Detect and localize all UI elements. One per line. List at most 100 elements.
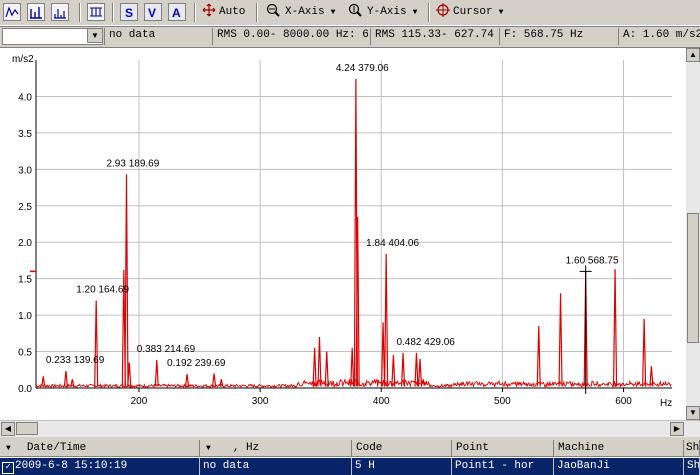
y-tick-label: 1.5: [18, 275, 32, 286]
spectrum-peak: [41, 376, 46, 387]
horizontal-scroll-thumb[interactable]: [16, 422, 38, 435]
auto-label: Auto: [219, 6, 246, 18]
x-tick-label: 600: [615, 396, 632, 407]
y-axis-menu[interactable]: Y-Axis ▼: [348, 2, 417, 22]
scroll-left-icon[interactable]: ◀: [1, 422, 15, 436]
table-cell-code[interactable]: 5 H: [352, 458, 452, 475]
peak-annotation: 0.482 429.06: [396, 337, 455, 348]
rms-band-text: RMS 115.33- 627.74 Hz: 9.: [375, 29, 498, 41]
spectrum-peak: [414, 352, 419, 387]
y-axis-label: m/s2: [12, 54, 34, 65]
toolbar-separator: [428, 3, 430, 22]
spectrum-icon[interactable]: [51, 3, 69, 21]
column-header-machine-label: Machine: [558, 442, 605, 454]
cursor-menu[interactable]: Cursor ▼: [436, 2, 503, 22]
sort-down-icon: ▼: [6, 444, 11, 453]
column-header-code-label: Code: [356, 442, 383, 454]
peak-annotation: 0.233 139.69: [46, 355, 105, 366]
spectrum-peak: [154, 360, 159, 387]
toolbar-separator: [194, 3, 196, 22]
y-tick-label: 0.0: [18, 384, 32, 395]
spectrum-peak: [324, 351, 329, 387]
peak-annotation: 1.60 568.75: [566, 255, 619, 266]
y-tick-label: 0.5: [18, 348, 32, 359]
v-mode-icon[interactable]: V: [144, 3, 162, 21]
table-cell-machine[interactable]: JaoBanJi: [554, 458, 684, 475]
spectrum-peak: [211, 373, 217, 387]
code-value: 5 H: [355, 460, 375, 472]
freq-text: F: 568.75 Hz: [504, 29, 584, 41]
column-header-hz[interactable]: ▼ , Hz: [200, 440, 352, 457]
spectrum-peak: [642, 318, 647, 387]
zoom-icon: [348, 3, 364, 21]
x-tick-label: 200: [131, 396, 148, 407]
nodata-text: no data: [109, 29, 156, 41]
table-cell-point[interactable]: Point1 - hor: [452, 458, 554, 475]
spectrum-peak: [184, 373, 190, 387]
spectrum-peak: [649, 366, 654, 387]
spectrum-peak: [558, 293, 563, 387]
vertical-scrollbar[interactable]: ▲ ▼: [686, 48, 700, 420]
spectrum-chart-svg[interactable]: 200 300 400 500 600 0.0 0.5 1.0 1.5 2.0 2.5 3.0 3.5 4…: [0, 48, 686, 420]
column-header-code[interactable]: Code: [352, 440, 452, 457]
spectrum-peak: [536, 326, 541, 387]
horizontal-scrollbar[interactable]: ◀ ▶: [0, 420, 700, 437]
chevron-down-icon[interactable]: ▼: [87, 28, 103, 43]
point-value: Point1 - hor: [455, 460, 535, 472]
s-mode-icon[interactable]: S: [120, 3, 138, 21]
row-check-icon[interactable]: ✓: [2, 462, 14, 474]
move-icon: [202, 3, 216, 21]
table-cell-datetime[interactable]: ✓ 2009-6-8 15:10:19: [0, 458, 200, 475]
peak-annotation: 1.84 404.06: [366, 238, 419, 249]
y-tick-label: 3.0: [18, 165, 32, 176]
spectrum-peak: [391, 355, 396, 387]
column-header-machine[interactable]: Machine: [554, 440, 684, 457]
column-header-sh[interactable]: Sh: [684, 440, 700, 457]
bar-chart-icon[interactable]: [27, 3, 45, 21]
sh-value: Sh: [687, 460, 700, 472]
vertical-scroll-thumb[interactable]: [687, 213, 699, 343]
freq-field: F: 568.75 Hz: [499, 28, 617, 45]
table-cell-sh[interactable]: Sh: [684, 458, 700, 475]
x-axis-menu[interactable]: X-Axis ▼: [266, 2, 335, 22]
x-tick-label: 300: [252, 396, 269, 407]
scroll-right-icon[interactable]: ▶: [670, 422, 684, 436]
crosshair-icon: [436, 3, 450, 21]
peak-annotation: 4.24 379.06: [336, 63, 389, 74]
spectrum-peak: [380, 322, 386, 387]
y-tick-label: 3.5: [18, 129, 32, 140]
spectrum-peak: [317, 336, 322, 387]
column-header-point[interactable]: Point: [452, 440, 554, 457]
data-table: ▼ Date/Time ▼ , Hz Code Point Machine Sh ✓…: [0, 440, 700, 475]
y-tick-label: 4.0: [18, 92, 32, 103]
x-axis-label: Hz: [660, 398, 672, 409]
auto-button[interactable]: Auto: [202, 2, 245, 22]
table-cell-hz[interactable]: no data: [200, 458, 352, 475]
toolbar: S V A Auto X-Axis ▼ Y-Axis ▼ Cursor ▼: [0, 0, 700, 26]
datetime-value: 2009-6-8 15:10:19: [15, 460, 128, 472]
a-mode-icon[interactable]: A: [168, 3, 186, 21]
waveform-icon[interactable]: [3, 3, 21, 21]
svg-text:A: A: [172, 6, 181, 19]
scroll-down-icon[interactable]: ▼: [686, 406, 700, 420]
y-tick-label: 1.0: [18, 311, 32, 322]
spectrum-peak: [94, 300, 99, 387]
peak-annotation: 1.20 164.69: [76, 285, 129, 296]
column-header-sh-label: Sh: [686, 442, 700, 454]
chevron-down-icon: ▼: [330, 7, 336, 17]
chevron-down-icon: ▼: [412, 7, 418, 17]
spectrum-chart[interactable]: 200 300 400 500 600 0.0 0.5 1.0 1.5 2.0 2.5 3.0 3.5 4…: [0, 48, 686, 420]
column-header-datetime[interactable]: ▼ Date/Time: [0, 440, 200, 457]
x-axis-label: X-Axis: [285, 6, 325, 18]
y-tick-label: 2.5: [18, 202, 32, 213]
column-header-datetime-label: Date/Time: [26, 442, 87, 454]
spectrum-peak: [312, 347, 317, 387]
filter-icon[interactable]: [87, 3, 105, 21]
column-header-hz-label: , Hz: [232, 442, 260, 454]
scroll-up-icon[interactable]: ▲: [686, 48, 700, 62]
rms-band-field: RMS 115.33- 627.74 Hz: 9.: [370, 28, 498, 45]
peak-annotation: 2.93 189.69: [106, 158, 159, 169]
toolbar-separator: [79, 3, 81, 22]
y-axis-label: Y-Axis: [367, 6, 407, 18]
zoom-icon: [266, 3, 282, 21]
